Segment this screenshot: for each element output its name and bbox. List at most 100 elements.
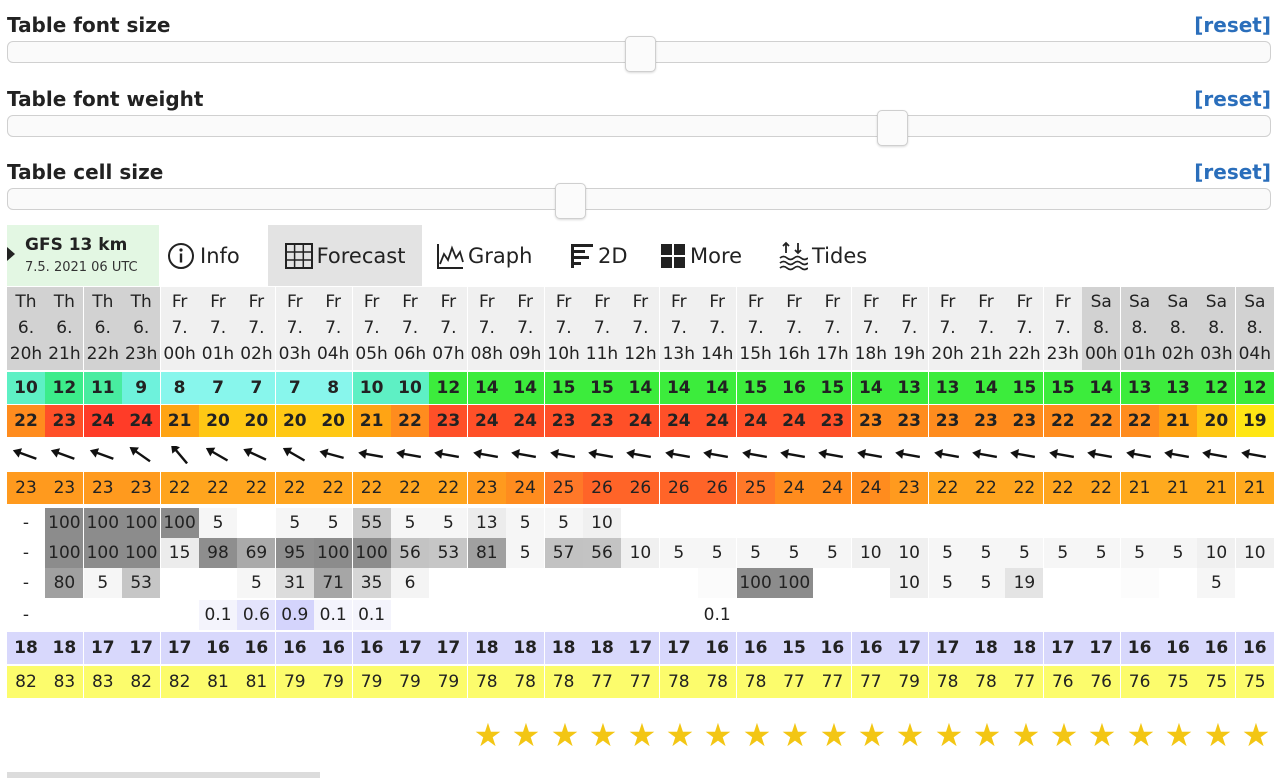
header-hour: 04h [1238, 344, 1271, 364]
slider-group-font-size: Table font size [reset] [7, 7, 1271, 72]
precipitation-cell [659, 600, 698, 630]
humidity-cell: 76 [1082, 666, 1121, 698]
temperature-cell: 21 [1235, 472, 1274, 504]
model-selector[interactable]: GFS 13 km 7.5. 2021 06 UTC [7, 225, 159, 286]
temperature-cell: 23 [45, 472, 84, 504]
slider-group-cell-size: Table cell size [reset] [7, 154, 1271, 219]
wind-direction-cell [1082, 438, 1120, 470]
wind-direction-cell [1044, 438, 1082, 470]
wind-direction-cell [276, 438, 314, 470]
scrollbar[interactable] [7, 772, 320, 778]
header-day: Fr [824, 292, 841, 312]
slider-thumb[interactable] [625, 36, 656, 72]
tab-more[interactable]: More [660, 225, 756, 286]
temperature-cell: 23 [83, 472, 122, 504]
tab-graph[interactable]: Graph [436, 225, 546, 286]
slider-thumb[interactable] [877, 110, 908, 146]
slider-track[interactable] [7, 110, 1271, 146]
header-date: 7. [862, 318, 879, 338]
precipitation-cell: 0.9 [275, 600, 314, 630]
wind-speed-cell: 15 [544, 372, 583, 404]
slider-track[interactable] [7, 183, 1271, 219]
wind-direction-cell [813, 438, 851, 470]
rating-stars-row: ★ ★ ★ ★ ★ ★ ★ ★ ★ ★ ★ ★ ★ ★ ★ ★ ★ ★ ★ ★ ★ [0, 718, 1280, 752]
temperature-cell: 24 [813, 472, 852, 504]
tab-info[interactable]: Info [166, 225, 266, 286]
header-day: Sa [1244, 292, 1266, 312]
cloud-low-cell: 10 [890, 568, 929, 598]
time-header-cell: Sa 8. 01h [1120, 287, 1159, 370]
wind-speed-cell: 11 [83, 372, 122, 404]
tab-tides[interactable]: Tides [778, 225, 874, 286]
water-temperature-cell: 17 [1043, 632, 1082, 664]
header-hour: 03h [1200, 344, 1233, 364]
wind-arrow-icon [741, 449, 767, 459]
header-hour: 11h [585, 344, 619, 364]
cloud-high-cell [621, 508, 660, 538]
cloud-mid-cell: 57 [544, 538, 583, 568]
slider-thumb[interactable] [555, 183, 586, 219]
star-icon: ★ [1087, 716, 1117, 754]
header-date: 7. [901, 318, 918, 338]
wind-direction-cell [1005, 438, 1043, 470]
cloud-low-cell: 5 [1197, 568, 1236, 598]
reset-link[interactable]: [reset] [1194, 87, 1271, 111]
humidity-cell: 82 [122, 666, 161, 698]
tab-forecast[interactable]: Forecast [268, 225, 422, 286]
cloud-mid-cell: 5 [506, 538, 545, 568]
wind-direction-cell [929, 438, 967, 470]
time-header-cell: Fr 7. 15h [736, 287, 775, 370]
precipitation-cell [890, 600, 929, 630]
wind-gusts-cell: 21 [160, 405, 199, 437]
precipitation-cell: - [7, 600, 45, 630]
tab-2d[interactable]: 2D [570, 225, 640, 286]
cloud-low-cell: 5 [237, 568, 276, 598]
cloud-mid-cell: 81 [467, 538, 506, 568]
cloud-mid-cell: 5 [1120, 538, 1159, 568]
header-date: 8. [1208, 318, 1225, 338]
grid-icon [284, 242, 313, 269]
cloud-low-cell: 31 [275, 568, 314, 598]
wind-direction-cell [583, 438, 621, 470]
time-header-cell: Fr 7. 01h [199, 287, 237, 370]
temperature-cell: 22 [391, 472, 429, 504]
time-header-cell: Fr 7. 10h [544, 287, 583, 370]
humidity-cell: 79 [391, 666, 429, 698]
cloud-low-cell [160, 568, 199, 598]
cloud-low-cell: 5 [928, 568, 967, 598]
wind-speed-cell: 13 [1120, 372, 1159, 404]
humidity-cell: 76 [1120, 666, 1159, 698]
header-day: Fr [440, 292, 457, 312]
time-header-cell: Fr 7. 02h [237, 287, 276, 370]
time-header-cell: Sa 8. 04h [1235, 287, 1274, 370]
precipitation-cell: 0.1 [199, 600, 237, 630]
water-temperature-cell: 17 [122, 632, 161, 664]
temperature-cell: 22 [429, 472, 468, 504]
wind-speed-cell: 12 [429, 372, 468, 404]
cloud-mid-cell: 53 [429, 538, 468, 568]
wind-arrow-icon [1164, 449, 1190, 459]
wind-gusts-cell: 24 [122, 405, 161, 437]
reset-link[interactable]: [reset] [1194, 160, 1271, 184]
reset-link[interactable]: [reset] [1194, 13, 1271, 37]
star-icon: ★ [780, 716, 810, 754]
cloud-mid-cell: 5 [698, 538, 737, 568]
humidity-cell: 79 [352, 666, 391, 698]
wind-arrow-icon [895, 449, 921, 459]
wind-speed-cell: 10 [7, 372, 45, 404]
header-date: 7. [785, 318, 803, 338]
star-icon: ★ [1203, 716, 1233, 754]
header-day: Fr [1016, 292, 1033, 312]
temperature-cell: 26 [583, 472, 621, 504]
temperature-cell: 26 [621, 472, 660, 504]
header-day: Fr [978, 292, 994, 312]
temperature-cell: 26 [698, 472, 737, 504]
header-date: 7. [593, 318, 611, 338]
wind-direction-cell [660, 438, 698, 470]
header-day: Fr [210, 292, 226, 312]
slider-track[interactable] [7, 36, 1271, 72]
wind-speed-cell: 10 [352, 372, 391, 404]
cloud-mid-cell: 5 [1082, 538, 1121, 568]
header-day: Fr [325, 292, 341, 312]
wind-arrow-icon [357, 449, 383, 459]
